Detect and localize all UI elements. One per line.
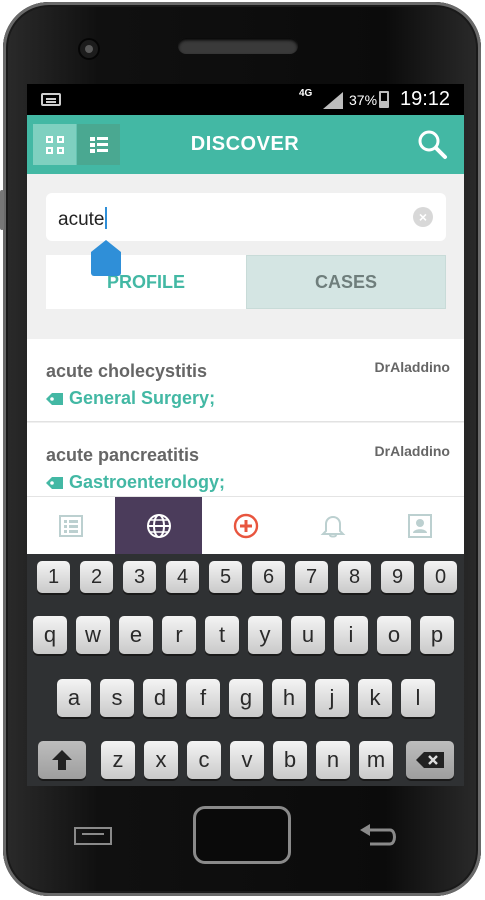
search-input[interactable]: acute xyxy=(58,207,108,231)
shift-icon xyxy=(52,750,72,770)
key-0[interactable]: 0 xyxy=(424,561,457,593)
tab-cases[interactable]: CASES xyxy=(246,255,446,309)
key-m[interactable]: m xyxy=(359,741,393,779)
status-time: 19:12 xyxy=(400,88,451,110)
status-bar: 4G 37% 19:12 xyxy=(27,84,464,115)
key-g[interactable]: g xyxy=(229,679,263,717)
app-bar: DISCOVER xyxy=(27,115,464,174)
key-9[interactable]: 9 xyxy=(381,561,414,593)
key-y[interactable]: y xyxy=(248,616,282,654)
add-case-icon xyxy=(233,513,258,539)
keyboard-icon xyxy=(41,93,61,106)
key-6[interactable]: 6 xyxy=(252,561,285,593)
key-f[interactable]: f xyxy=(186,679,220,717)
key-4[interactable]: 4 xyxy=(166,561,199,593)
search-field[interactable]: acute × xyxy=(46,193,446,241)
key-x[interactable]: x xyxy=(144,741,178,779)
key-w[interactable]: w xyxy=(76,616,110,654)
back-icon xyxy=(360,824,396,846)
key-n[interactable]: n xyxy=(316,741,350,779)
key-8[interactable]: 8 xyxy=(338,561,371,593)
profile-icon xyxy=(407,514,432,538)
text-cursor xyxy=(105,207,108,229)
page-title: DISCOVER xyxy=(190,133,300,155)
nav-profile[interactable] xyxy=(376,497,463,555)
nav-feed[interactable] xyxy=(27,497,114,555)
backspace-key[interactable] xyxy=(406,741,454,779)
key-i[interactable]: i xyxy=(334,616,368,654)
key-z[interactable]: z xyxy=(101,741,135,779)
key-l[interactable]: l xyxy=(401,679,435,717)
shift-key[interactable] xyxy=(38,741,86,779)
signal-icon xyxy=(323,92,343,109)
earpiece-speaker xyxy=(178,38,298,54)
key-a[interactable]: a xyxy=(57,679,91,717)
hardware-back-button[interactable] xyxy=(356,824,400,850)
key-5[interactable]: 5 xyxy=(209,561,242,593)
volume-button xyxy=(0,190,4,230)
key-e[interactable]: e xyxy=(119,616,153,654)
key-p[interactable]: p xyxy=(420,616,454,654)
result-title: acute pancreatitis xyxy=(46,445,200,465)
list-view-icon xyxy=(89,136,108,153)
result-tag: General Surgery; xyxy=(46,388,215,409)
hardware-home-button[interactable] xyxy=(193,806,291,864)
key-t[interactable]: t xyxy=(205,616,239,654)
key-c[interactable]: c xyxy=(187,741,221,779)
hardware-menu-button[interactable] xyxy=(74,826,112,846)
result-author: DrAladdino xyxy=(374,359,450,375)
key-1[interactable]: 1 xyxy=(37,561,70,593)
phone-frame: 4G 37% 19:12 DISCOVER acute × PROFILE CA… xyxy=(0,0,485,900)
view-toggle xyxy=(33,124,120,165)
tag-icon xyxy=(46,392,63,405)
key-v[interactable]: v xyxy=(230,741,264,779)
search-button[interactable] xyxy=(416,128,448,160)
bottom-navigation xyxy=(27,496,464,555)
text-selection-handle[interactable] xyxy=(91,240,121,276)
tab-profile[interactable]: PROFILE xyxy=(46,255,246,309)
grid-view-button[interactable] xyxy=(33,124,76,165)
tag-icon xyxy=(46,476,63,489)
menu-icon xyxy=(74,827,112,845)
search-icon xyxy=(418,130,447,159)
backspace-icon xyxy=(416,752,444,768)
result-title: acute cholecystitis xyxy=(46,361,208,381)
clear-search-icon[interactable]: × xyxy=(413,207,433,227)
nav-notifications[interactable] xyxy=(289,497,376,555)
key-7[interactable]: 7 xyxy=(295,561,328,593)
grid-view-icon xyxy=(45,135,64,154)
result-tag: Gastroenterology; xyxy=(46,472,225,493)
key-d[interactable]: d xyxy=(143,679,177,717)
search-input-value: acute xyxy=(58,209,105,230)
keyboard: 1234567890 qwertyuiop asdfghjkl zxcvbnm xyxy=(27,554,464,786)
key-b[interactable]: b xyxy=(273,741,307,779)
key-k[interactable]: k xyxy=(358,679,392,717)
globe-icon xyxy=(146,514,171,538)
key-3[interactable]: 3 xyxy=(123,561,156,593)
bell-icon xyxy=(320,515,345,538)
result-author: DrAladdino xyxy=(374,443,450,459)
network-type: 4G xyxy=(299,88,313,99)
key-s[interactable]: s xyxy=(100,679,134,717)
list-item[interactable]: acute pancreatitis DrAladdino Gastroente… xyxy=(27,423,464,496)
battery-percent: 37% xyxy=(349,92,378,108)
screen: 4G 37% 19:12 DISCOVER acute × PROFILE CA… xyxy=(27,84,464,786)
key-2[interactable]: 2 xyxy=(80,561,113,593)
key-q[interactable]: q xyxy=(33,616,67,654)
key-u[interactable]: u xyxy=(291,616,325,654)
front-camera xyxy=(78,38,100,60)
key-o[interactable]: o xyxy=(377,616,411,654)
list-item[interactable]: acute cholecystitis DrAladdino General S… xyxy=(27,339,464,422)
nav-discover[interactable] xyxy=(115,497,202,555)
nav-add-case[interactable] xyxy=(202,497,289,555)
list-view-button[interactable] xyxy=(77,124,120,165)
result-tag-label: Gastroenterology; xyxy=(69,472,226,492)
feed-icon xyxy=(58,515,83,537)
result-tag-label: General Surgery; xyxy=(69,388,216,408)
key-h[interactable]: h xyxy=(272,679,306,717)
key-r[interactable]: r xyxy=(162,616,196,654)
battery-icon xyxy=(379,91,389,108)
key-j[interactable]: j xyxy=(315,679,349,717)
